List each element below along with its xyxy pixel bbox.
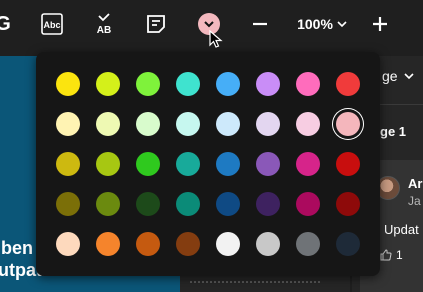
zoom-dropdown[interactable]: 100% — [292, 10, 352, 38]
color-swatch[interactable] — [336, 72, 360, 96]
note-button[interactable] — [144, 10, 168, 38]
color-swatch[interactable] — [136, 192, 160, 216]
color-swatch[interactable] — [96, 72, 120, 96]
color-swatch[interactable] — [56, 192, 80, 216]
spellcheck-button[interactable]: Abc — [40, 10, 64, 38]
color-swatch[interactable] — [336, 192, 360, 216]
g-glyph-label: G — [0, 12, 11, 35]
color-swatch[interactable] — [176, 152, 200, 176]
color-swatch[interactable] — [136, 152, 160, 176]
color-swatch[interactable] — [176, 192, 200, 216]
color-swatch[interactable] — [216, 72, 240, 96]
color-swatch[interactable] — [296, 192, 320, 216]
text-check-icon: AB — [97, 13, 111, 36]
zoom-level: 100% — [297, 16, 333, 32]
mouse-cursor-icon — [209, 30, 223, 48]
app-window: G Abc AB 100% ben utpat. ge ge 1 Ar Ja U… — [0, 0, 423, 292]
like-button[interactable]: 1 — [380, 248, 403, 262]
color-swatch[interactable] — [136, 72, 160, 96]
color-swatch[interactable] — [56, 72, 80, 96]
panel-filter-dropdown[interactable]: ge — [382, 68, 414, 84]
minus-icon — [253, 22, 267, 26]
color-swatch[interactable] — [256, 152, 280, 176]
color-swatch[interactable] — [176, 72, 200, 96]
color-swatch[interactable] — [96, 152, 120, 176]
color-palette-popover — [36, 52, 380, 276]
panel-filter-label: ge — [382, 68, 398, 84]
color-swatch[interactable] — [256, 192, 280, 216]
like-count: 1 — [396, 248, 403, 262]
color-swatch[interactable] — [256, 112, 280, 136]
color-swatch[interactable] — [256, 72, 280, 96]
color-swatch[interactable] — [296, 72, 320, 96]
spellcheck-icon: Abc — [41, 13, 63, 35]
color-swatch[interactable] — [336, 152, 360, 176]
toolbar-g-glyph[interactable]: G — [0, 10, 12, 38]
zoom-out-button[interactable] — [248, 10, 272, 38]
plus-icon — [373, 17, 387, 31]
color-swatch[interactable] — [216, 192, 240, 216]
color-swatch[interactable] — [96, 112, 120, 136]
color-swatch[interactable] — [296, 112, 320, 136]
color-swatch[interactable] — [56, 112, 80, 136]
color-swatch[interactable] — [336, 232, 360, 256]
color-swatch[interactable] — [216, 112, 240, 136]
chevron-down-icon — [404, 73, 414, 80]
slide-text-line-1: iben — [0, 238, 34, 258]
color-swatch[interactable] — [216, 232, 240, 256]
chevron-down-icon — [204, 21, 214, 28]
note-icon — [147, 15, 165, 33]
color-swatch[interactable] — [56, 232, 80, 256]
color-swatch[interactable] — [96, 232, 120, 256]
color-swatch[interactable] — [136, 232, 160, 256]
comment-author: Ar — [408, 176, 423, 191]
color-swatch[interactable] — [296, 152, 320, 176]
color-swatch[interactable] — [176, 232, 200, 256]
comment-date: Ja — [408, 194, 421, 208]
page-heading: ge 1 — [380, 124, 407, 139]
svg-text:AB: AB — [97, 25, 111, 36]
color-swatch[interactable] — [296, 232, 320, 256]
chevron-down-icon — [337, 21, 347, 28]
comment-text: Updat — [384, 222, 419, 237]
color-swatch[interactable] — [336, 112, 360, 136]
color-swatch[interactable] — [256, 232, 280, 256]
thumbs-up-icon — [380, 249, 392, 261]
color-swatch[interactable] — [96, 192, 120, 216]
color-swatch[interactable] — [216, 152, 240, 176]
color-swatch[interactable] — [176, 112, 200, 136]
color-swatch[interactable] — [136, 112, 160, 136]
svg-text:Abc: Abc — [43, 20, 60, 30]
text-check-button[interactable]: AB — [92, 10, 116, 38]
zoom-in-button[interactable] — [368, 10, 392, 38]
color-swatch[interactable] — [56, 152, 80, 176]
dotted-divider — [190, 281, 320, 283]
